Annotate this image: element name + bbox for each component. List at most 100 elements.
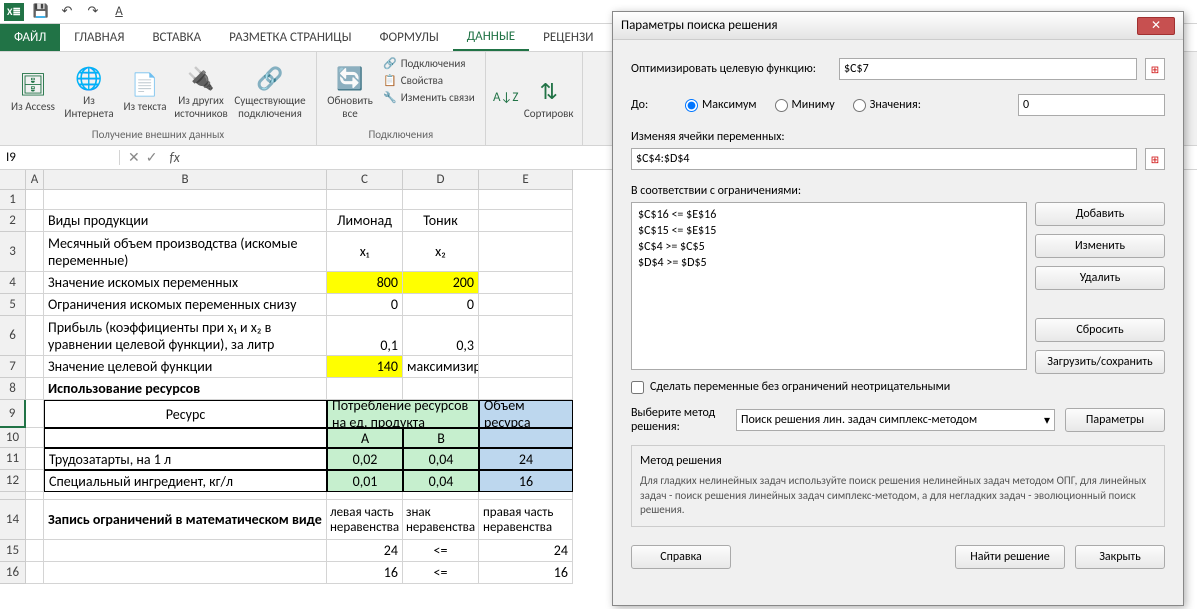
cell[interactable]: 24 xyxy=(479,540,573,562)
cell[interactable] xyxy=(26,400,44,428)
cell[interactable]: Тоник xyxy=(403,210,479,232)
row-header[interactable]: 16 xyxy=(0,562,26,584)
cell-ref-icon[interactable]: ⊞ xyxy=(1145,148,1165,170)
col-header-a[interactable]: A xyxy=(26,170,44,190)
cell[interactable]: Прибыль (коэффициенты при x₁ и x₂ в урав… xyxy=(44,316,327,356)
sort-asc-button[interactable]: A↓Z xyxy=(492,56,520,141)
row-header[interactable]: 12 xyxy=(0,470,26,492)
cell[interactable] xyxy=(327,378,403,400)
cell[interactable] xyxy=(26,378,44,400)
cell[interactable] xyxy=(403,190,479,210)
variables-input[interactable] xyxy=(631,148,1137,170)
cell[interactable] xyxy=(479,492,573,500)
col-header-e[interactable]: E xyxy=(479,170,573,190)
cell[interactable]: 800 xyxy=(327,272,403,294)
cell[interactable] xyxy=(26,294,44,316)
row-header[interactable]: 7 xyxy=(0,356,26,378)
cell[interactable]: Специальный ингредиент, кг/л xyxy=(44,470,327,492)
refresh-all-button[interactable]: 🔄Обновить все xyxy=(323,56,377,128)
existing-conn-button[interactable]: 🔗Существующие подключения xyxy=(230,56,310,128)
cell[interactable] xyxy=(479,210,573,232)
delete-constraint-button[interactable]: Удалить xyxy=(1035,266,1165,290)
cell[interactable]: максимизировать xyxy=(403,356,479,378)
cell[interactable]: 16 xyxy=(479,562,573,584)
sort-button[interactable]: ⇅Сортировк xyxy=(522,56,576,141)
cell[interactable] xyxy=(479,294,573,316)
cell[interactable] xyxy=(26,190,44,210)
cell[interactable] xyxy=(26,316,44,356)
cell[interactable]: Запись ограничений в математическом виде xyxy=(44,500,327,540)
col-header-d[interactable]: D xyxy=(403,170,479,190)
row-header[interactable]: 11 xyxy=(0,448,26,470)
tab-data[interactable]: ДАННЫЕ xyxy=(453,24,529,51)
cell[interactable] xyxy=(403,378,479,400)
cell[interactable]: Лимонад xyxy=(327,210,403,232)
row-header[interactable]: 9 xyxy=(0,400,26,428)
cell[interactable]: 0,3 xyxy=(403,316,479,356)
cell[interactable] xyxy=(479,428,573,448)
radio-value[interactable]: Значения: xyxy=(853,98,921,112)
constraint-item[interactable]: $C$4 >= $C$5 xyxy=(636,239,1022,255)
row-header[interactable]: 15 xyxy=(0,540,26,562)
row-header[interactable]: 4 xyxy=(0,272,26,294)
row-header[interactable]: 8 xyxy=(0,378,26,400)
cell[interactable]: Потребление ресурсов на ед. продукта xyxy=(327,400,479,428)
cell[interactable]: левая часть неравенства xyxy=(327,500,403,540)
cell[interactable]: 16 xyxy=(327,562,403,584)
cell[interactable]: Ресурс xyxy=(44,400,327,428)
params-button[interactable]: Параметры xyxy=(1065,408,1165,432)
cell[interactable] xyxy=(479,232,573,272)
value-of-input[interactable] xyxy=(1018,94,1165,116)
tab-formulas[interactable]: ФОРМУЛЫ xyxy=(365,24,452,51)
radio-value-input[interactable] xyxy=(853,99,866,112)
cell[interactable] xyxy=(44,562,327,584)
cell[interactable]: Трудозатарты, на 1 л xyxy=(44,448,327,470)
enter-icon[interactable]: ✓ xyxy=(146,149,158,166)
cell[interactable]: 200 xyxy=(403,272,479,294)
edit-links-button[interactable]: 🔧Изменить связи xyxy=(379,90,479,105)
cell[interactable]: 24 xyxy=(327,540,403,562)
row-header[interactable]: 6 xyxy=(0,316,26,356)
cell[interactable] xyxy=(403,492,479,500)
save-icon[interactable]: 💾 xyxy=(32,3,50,21)
from-text-button[interactable]: 📄Из текста xyxy=(118,56,172,128)
cell[interactable] xyxy=(26,356,44,378)
cell[interactable]: 0,01 xyxy=(327,470,403,492)
col-header-c[interactable]: C xyxy=(327,170,403,190)
cell[interactable] xyxy=(26,210,44,232)
cell[interactable] xyxy=(26,540,44,562)
tab-review[interactable]: РЕЦЕНЗИ xyxy=(529,24,607,51)
font-color-icon[interactable]: A xyxy=(110,3,128,21)
radio-min[interactable]: Миниму xyxy=(775,98,835,112)
cell[interactable]: Значение целевой функции xyxy=(44,356,327,378)
from-access-button[interactable]: 🗄Из Access xyxy=(6,56,60,128)
cell[interactable]: знак неравенства xyxy=(403,500,479,540)
cell[interactable]: 16 xyxy=(479,470,573,492)
tab-insert[interactable]: ВСТАВКА xyxy=(138,24,215,51)
connections-button[interactable]: 🔗Подключения xyxy=(379,56,479,71)
row-header[interactable]: 10 xyxy=(0,428,26,448)
cell[interactable]: B xyxy=(403,428,479,448)
radio-max-input[interactable] xyxy=(685,99,698,112)
cell[interactable]: Ограничения искомых переменных снизу xyxy=(44,294,327,316)
cell[interactable]: <= xyxy=(403,540,479,562)
close-icon[interactable]: ✕ xyxy=(1137,17,1175,35)
cell[interactable]: 0,1 xyxy=(327,316,403,356)
cell[interactable]: 0 xyxy=(327,294,403,316)
row-header[interactable] xyxy=(0,492,26,500)
cell[interactable]: Значение искомых переменных xyxy=(44,272,327,294)
edit-constraint-button[interactable]: Изменить xyxy=(1035,234,1165,258)
cell[interactable]: 0,04 xyxy=(403,448,479,470)
cell[interactable] xyxy=(26,492,44,500)
load-save-button[interactable]: Загрузить/сохранить xyxy=(1035,350,1165,374)
cell[interactable] xyxy=(479,190,573,210)
cell[interactable] xyxy=(26,500,44,540)
cell[interactable]: 140 xyxy=(327,356,403,378)
constraint-item[interactable]: $C$15 <= $E$15 xyxy=(636,223,1022,239)
row-header[interactable]: 3 xyxy=(0,232,26,272)
cell[interactable] xyxy=(26,428,44,448)
select-all-cell[interactable] xyxy=(0,170,26,190)
redo-icon[interactable]: ↷ xyxy=(84,3,102,21)
constraint-item[interactable]: $C$16 <= $E$16 xyxy=(636,207,1022,223)
cell[interactable] xyxy=(26,562,44,584)
